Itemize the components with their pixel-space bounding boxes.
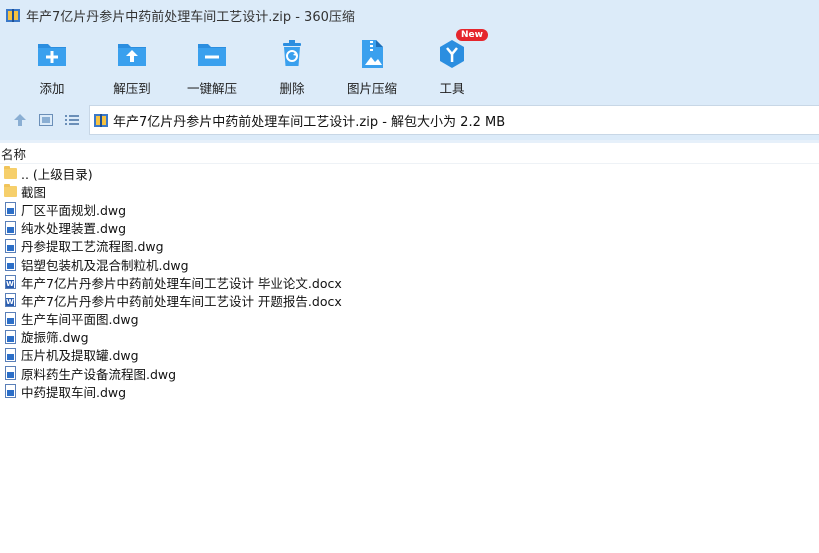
- file-name: 生产车间平面图.dwg: [21, 312, 139, 328]
- list-item[interactable]: W 年产7亿片丹参片中药前处理车间工艺设计 开题报告.docx: [0, 291, 819, 309]
- title-bar: 年产7亿片丹参片中药前处理车间工艺设计.zip - 360压缩: [0, 0, 819, 30]
- extract-to-label: 解压到: [113, 81, 151, 96]
- archive-icon: [94, 113, 108, 128]
- dwg-file-icon: [4, 365, 18, 381]
- tools-icon: [435, 37, 469, 71]
- file-name: 铝塑包装机及混合制粒机.dwg: [21, 257, 189, 273]
- list-view-button[interactable]: [60, 108, 84, 132]
- list-item[interactable]: 生产车间平面图.dwg: [0, 310, 819, 328]
- extract-to-icon: [115, 37, 149, 71]
- file-rows: .. (上级目录) 截图厂区平面规划.dwg 纯水处理装置.dwg 丹参提取工艺流程图…: [0, 164, 819, 400]
- folder-icon: [4, 165, 18, 181]
- dwg-file-icon: [4, 256, 18, 272]
- file-name: .. (上级目录): [21, 166, 93, 182]
- list-item[interactable]: 压片机及提取罐.dwg: [0, 346, 819, 364]
- file-name: 厂区平面规划.dwg: [21, 202, 127, 218]
- add-label: 添加: [39, 81, 65, 96]
- column-header-name[interactable]: 名称: [0, 143, 819, 164]
- one-click-extract-label: 一键解压: [186, 81, 237, 96]
- add-button[interactable]: 添加: [12, 30, 92, 100]
- thumbnail-view-button[interactable]: [34, 108, 58, 132]
- list-item[interactable]: W 年产7亿片丹参片中药前处理车间工艺设计 毕业论文.docx: [0, 273, 819, 291]
- tools-label: 工具: [439, 81, 465, 96]
- list-item[interactable]: 纯水处理装置.dwg: [0, 219, 819, 237]
- file-name: 旋振筛.dwg: [21, 330, 89, 346]
- list-view-icon: [65, 115, 79, 125]
- image-compress-icon: [355, 37, 389, 71]
- dwg-file-icon: [4, 238, 18, 254]
- path-bar[interactable]: 年产7亿片丹参片中药前处理车间工艺设计.zip - 解包大小为 2.2 MB: [89, 105, 819, 135]
- archive-icon: [6, 8, 20, 23]
- list-item[interactable]: 厂区平面规划.dwg: [0, 200, 819, 218]
- dwg-file-icon: [4, 347, 18, 363]
- list-item[interactable]: .. (上级目录): [0, 164, 819, 182]
- dwg-file-icon: [4, 201, 18, 217]
- file-name: 压片机及提取罐.dwg: [21, 348, 139, 364]
- toolbar: 添加 解压到 一键解压 删除 图片压缩 工具: [0, 30, 819, 100]
- one-click-extract-icon: [195, 37, 229, 71]
- delete-icon: [275, 37, 309, 71]
- thumbnail-view-icon: [39, 114, 53, 126]
- file-name: 纯水处理装置.dwg: [21, 221, 127, 237]
- file-name: 丹参提取工艺流程图.dwg: [21, 239, 164, 255]
- file-name: 原料药生产设备流程图.dwg: [21, 366, 177, 382]
- dwg-file-icon: [4, 311, 18, 327]
- delete-label: 删除: [279, 81, 305, 96]
- arrow-up-icon: [14, 114, 26, 126]
- delete-button[interactable]: 删除: [252, 30, 332, 100]
- file-name: 年产7亿片丹参片中药前处理车间工艺设计 毕业论文.docx: [21, 275, 342, 291]
- one-click-extract-button[interactable]: 一键解压: [172, 30, 252, 100]
- file-list: 名称 .. (上级目录) 截图厂区平面规划.dwg 纯水处理装置.dwg 丹参提取工艺…: [0, 143, 819, 553]
- dwg-file-icon: [4, 220, 18, 236]
- add-icon: [35, 37, 69, 71]
- list-item[interactable]: 丹参提取工艺流程图.dwg: [0, 237, 819, 255]
- word-document-icon: W: [4, 292, 18, 308]
- image-compress-button[interactable]: 图片压缩: [332, 30, 412, 100]
- new-badge: New: [456, 29, 488, 41]
- extract-to-button[interactable]: 解压到: [92, 30, 172, 100]
- window-title: 年产7亿片丹参片中药前处理车间工艺设计.zip - 360压缩: [26, 9, 355, 25]
- list-item[interactable]: 中药提取车间.dwg: [0, 382, 819, 400]
- list-item[interactable]: 铝塑包装机及混合制粒机.dwg: [0, 255, 819, 273]
- file-name: 年产7亿片丹参片中药前处理车间工艺设计 开题报告.docx: [21, 293, 342, 309]
- dwg-file-icon: [4, 329, 18, 345]
- path-text: 年产7亿片丹参片中药前处理车间工艺设计.zip - 解包大小为 2.2 MB: [113, 114, 506, 130]
- word-document-icon: W: [4, 274, 18, 290]
- dwg-file-icon: [4, 383, 18, 399]
- list-item[interactable]: 原料药生产设备流程图.dwg: [0, 364, 819, 382]
- image-compress-label: 图片压缩: [346, 81, 397, 96]
- folder-icon: [4, 183, 18, 199]
- column-name-label: 名称: [1, 146, 27, 162]
- list-item[interactable]: 截图: [0, 182, 819, 200]
- file-name: 中药提取车间.dwg: [21, 384, 127, 400]
- file-name: 截图: [21, 184, 47, 200]
- list-item[interactable]: 旋振筛.dwg: [0, 328, 819, 346]
- up-button[interactable]: [8, 108, 32, 132]
